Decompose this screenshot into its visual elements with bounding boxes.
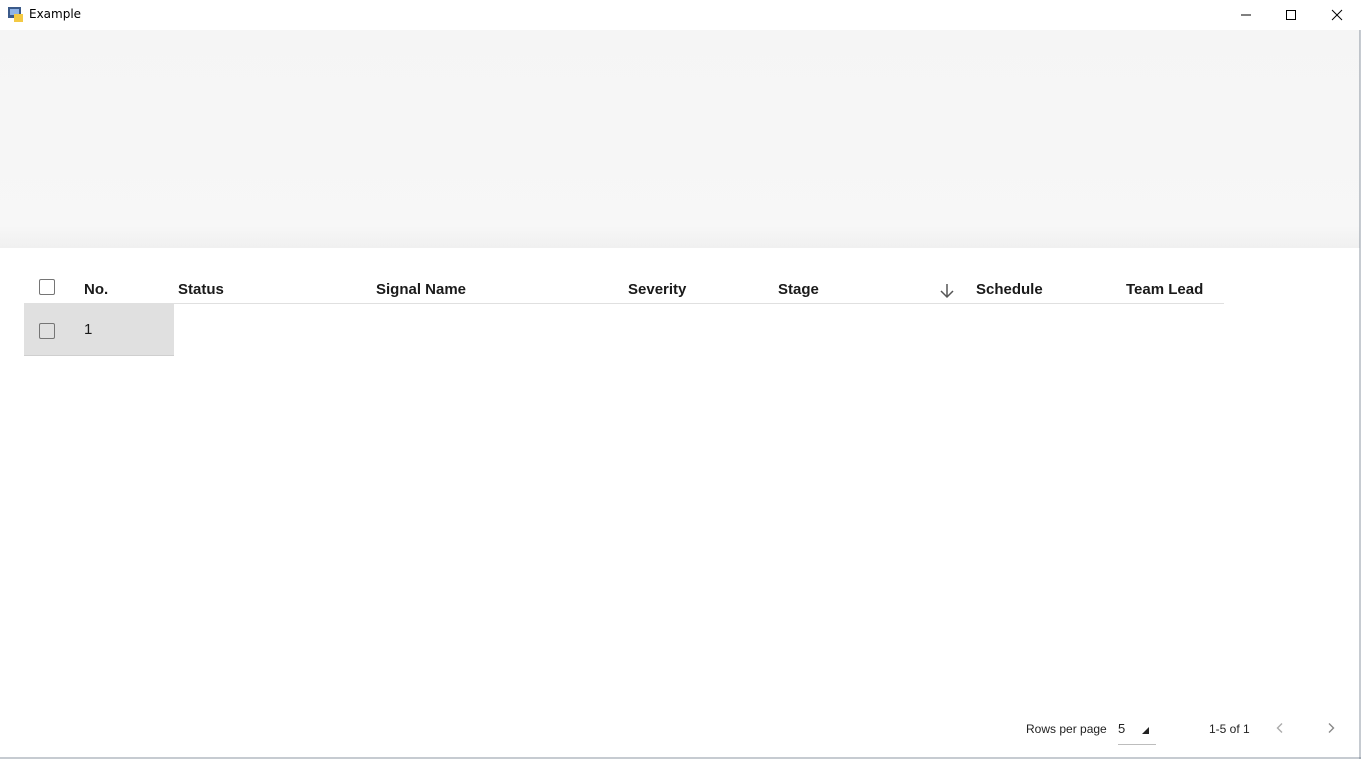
column-header-team-lead[interactable]: Team Lead [1126, 281, 1203, 298]
column-header-severity[interactable]: Severity [628, 281, 686, 298]
table-row[interactable]: 1 [24, 304, 174, 356]
maximize-icon [1285, 9, 1297, 21]
column-header-schedule[interactable]: Schedule [976, 281, 1043, 298]
rows-per-page-value: 5 [1118, 721, 1126, 736]
previous-page-button[interactable] [1268, 718, 1292, 742]
close-button[interactable] [1314, 0, 1359, 30]
chevron-right-icon [1325, 721, 1337, 739]
column-header-no[interactable]: No. [84, 281, 108, 298]
python-app-icon [8, 7, 23, 22]
next-page-button[interactable] [1319, 718, 1343, 742]
close-icon [1331, 9, 1343, 21]
row-checkbox[interactable] [39, 323, 55, 339]
rows-per-page-label: Rows per page [1026, 722, 1107, 736]
chevron-left-icon [1274, 721, 1286, 739]
row-number-cell: 1 [84, 321, 93, 338]
minimize-button[interactable] [1223, 0, 1268, 30]
select-all-checkbox[interactable] [39, 279, 55, 295]
window-titlebar: Example [0, 0, 1361, 30]
window-title: Example [29, 7, 82, 21]
column-header-signal-name[interactable]: Signal Name [376, 281, 466, 298]
column-header-stage[interactable]: Stage [778, 281, 819, 298]
dropdown-triangle-icon [1141, 723, 1151, 741]
sort-arrow-down-icon[interactable] [937, 281, 957, 301]
app-header-area [0, 30, 1360, 248]
minimize-icon [1240, 9, 1252, 21]
pagination-range: 1-5 of 1 [1209, 722, 1250, 736]
table-header: No. Status Signal Name Severity Stage Sc… [24, 270, 1224, 304]
column-header-status[interactable]: Status [178, 281, 224, 298]
maximize-button[interactable] [1268, 0, 1313, 30]
rows-per-page-select[interactable]: 5 [1118, 718, 1156, 745]
